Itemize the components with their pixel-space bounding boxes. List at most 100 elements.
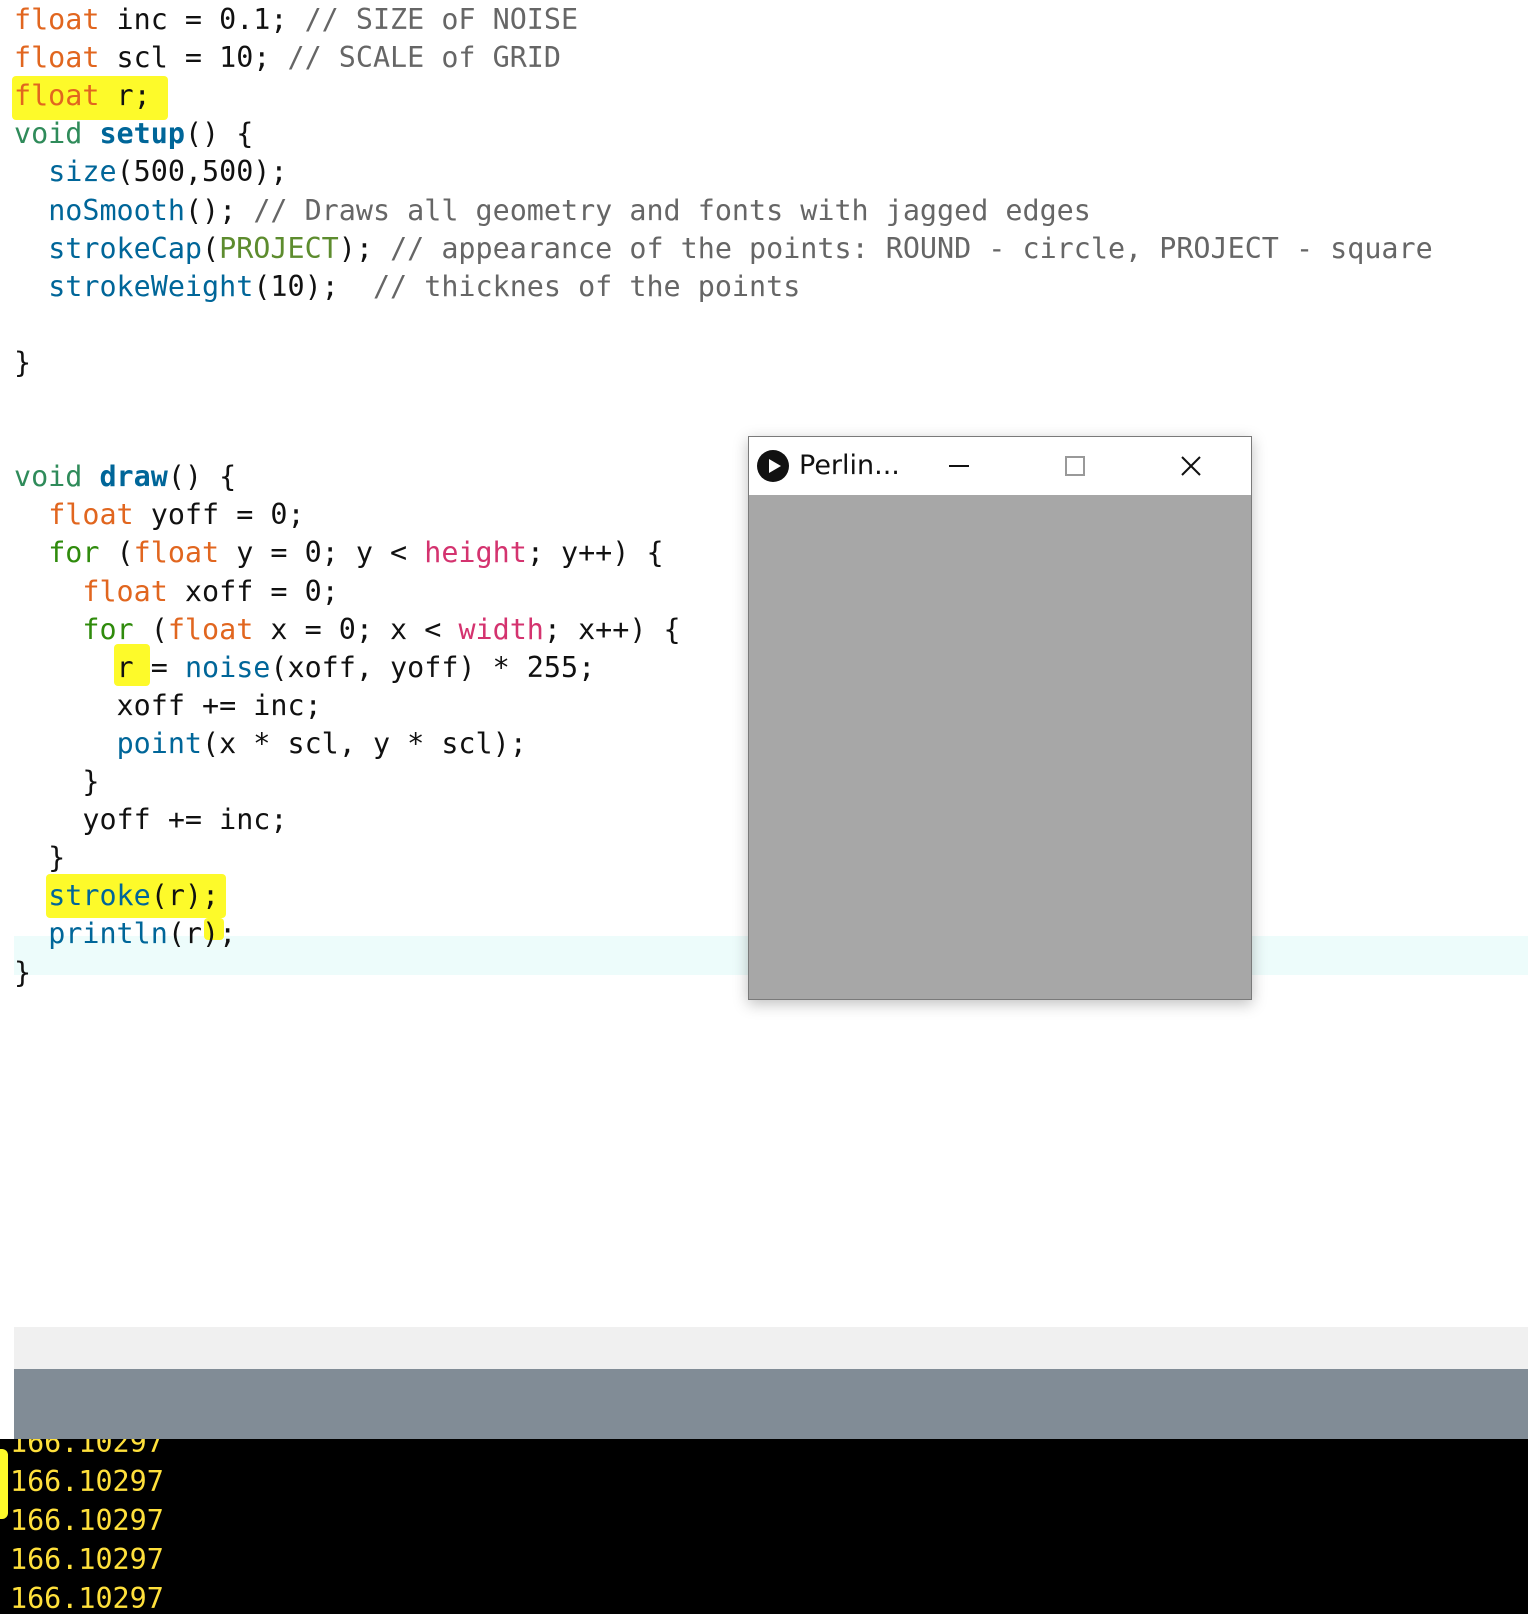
minimize-button[interactable] [929,437,989,495]
code-token: ; y++) { [526,536,664,570]
code-token: scl = 10; [99,41,288,75]
console-line: 166.10297 [10,1582,164,1614]
console-line: 166.10297 [10,1439,164,1459]
code-token: } [14,955,32,989]
code-token: ( [99,536,134,570]
code-line: strokeWeight(10); // thicknes of the poi… [14,267,800,306]
code-token: () { [184,117,254,151]
code-token: yoff = 0; [133,498,305,532]
code-token: (r); [167,917,237,951]
code-token: void [14,460,83,494]
code-line: for (float y = 0; y < height; y++) { [14,533,664,572]
code-token: () { [167,460,237,494]
code-token: strokeCap [48,231,203,265]
code-token: // thicknes of the points [372,269,801,303]
code-token: strokeWeight [48,269,254,303]
code-token: for [82,612,134,646]
code-line: size(500,500); [14,152,288,191]
code-token: float [14,41,100,75]
code-token: r; [99,79,151,113]
code-token: for [48,536,100,570]
code-token: height [424,536,527,570]
status-bar [14,1327,1528,1369]
code-token: // appearance of the points: ROUND - cir… [390,231,1433,265]
code-token: noise [184,650,271,684]
code-line: float xoff = 0; [14,572,338,611]
code-token: float [48,498,134,532]
code-line: for (float x = 0; x < width; x++) { [14,610,681,649]
window-title: Perlin... [799,450,900,481]
code-token: setup [99,117,185,151]
code-token: (10); [253,269,373,303]
console-output[interactable]: 166.10297 166.10297 166.10297 166.10297 … [0,1439,1528,1614]
minimize-icon [949,465,969,467]
code-token: stroke [48,879,151,913]
code-token: (500,500); [116,155,288,189]
console-line: 166.10297 [10,1465,164,1498]
code-token: (); [184,193,254,227]
code-line: point(x * scl, y * scl); [14,724,527,763]
sketch-canvas[interactable] [749,495,1251,999]
code-token: float [14,79,100,113]
code-token: point [116,726,203,760]
code-token: size [48,155,117,189]
code-token: (x * scl, y * scl); [202,726,527,760]
code-line: float inc = 0.1; // SIZE oF NOISE [14,0,578,39]
code-token: float [167,612,254,646]
console-line: 166.10297 [10,1504,164,1537]
code-line: yoff += inc; [14,800,287,839]
code-token: draw [99,460,168,494]
code-line: float scl = 10; // SCALE of GRID [14,38,561,77]
code-line: stroke(r); [14,876,219,915]
code-token: y = 0; y < [219,536,425,570]
window-titlebar[interactable]: Perlin... [749,437,1251,495]
code-token: ); [338,231,391,265]
console-header [14,1369,1528,1439]
code-token: // SCALE of GRID [287,41,561,75]
close-icon [1181,456,1201,476]
code-token: noSmooth [48,193,185,227]
maximize-icon [1065,456,1085,476]
code-token: ( [133,612,168,646]
code-line: void setup() { [14,114,253,153]
code-token: xoff += inc; [14,688,322,722]
code-token: // SIZE oF NOISE [304,3,579,36]
code-token: ( [202,231,220,265]
code-token: ; x++) { [543,612,681,646]
code-token: width [458,612,544,646]
code-line: noSmooth(); // Draws all geometry and fo… [14,191,1091,230]
code-line: println(r); [14,914,236,953]
code-token: float [82,574,168,608]
code-line: r = noise(xoff, yoff) * 255; [14,648,596,687]
close-button[interactable] [1161,437,1221,495]
code-line: } [14,838,65,877]
code-token: (r); [150,879,220,913]
code-line: strokeCap(PROJECT); // appearance of the… [14,229,1433,268]
code-token: x = 0; x < [253,612,459,646]
code-token: float [133,536,220,570]
code-token: println [48,917,168,951]
code-token: r = [14,650,185,684]
play-icon [757,450,789,482]
code-line: float yoff = 0; [14,495,305,534]
code-line: xoff += inc; [14,686,322,725]
maximize-button[interactable] [1045,437,1105,495]
sketch-window[interactable]: Perlin... [748,436,1252,1000]
code-token: PROJECT [219,231,339,265]
code-token: void [14,117,83,151]
code-line: float r; [14,76,151,115]
code-token: float [14,3,100,36]
code-token: inc = 0.1; [99,3,305,36]
code-token: } [14,765,100,798]
console-highlight-mark [0,1449,8,1519]
code-token: yoff += inc; [14,803,288,837]
